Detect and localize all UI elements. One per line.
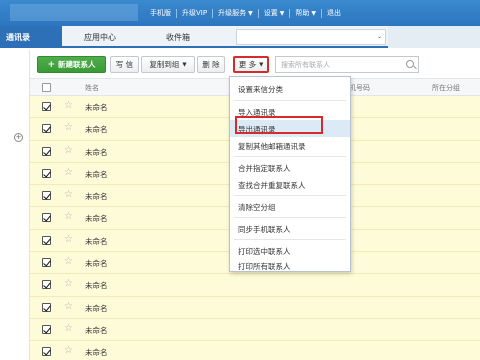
row-checkbox[interactable] [42, 324, 51, 334]
menu-item-print-all[interactable]: 打印所有联系人 [230, 257, 350, 274]
toolbar: + 新建联系人 写 信 复制到组 ▼ 删 除 更 多 ▼ 搜索所有联系人 [30, 54, 480, 76]
top-nav-settings[interactable]: 设置 ▼ [259, 8, 290, 18]
row-checkbox[interactable] [42, 302, 51, 312]
contacts-app: 手机版 升级VIP 升级服务 ▼ 设置 ▼ 帮助 ▼ 退出 通讯录 应用中心 收件箱 … [0, 0, 480, 360]
tab-row-filler [388, 26, 480, 48]
top-nav-upgrade-service[interactable]: 升级服务 ▼ [213, 8, 258, 18]
menu-divider [234, 195, 346, 196]
write-letter-button[interactable]: 写 信 [110, 56, 139, 73]
chevron-down-icon: ▼ [279, 9, 285, 17]
row-checkbox[interactable] [42, 168, 51, 178]
top-nav-upgrade-service-label: 升级服务 [218, 9, 247, 17]
search-input[interactable]: 搜索所有联系人 [275, 56, 419, 73]
left-rail: + [0, 50, 30, 360]
chevron-down-icon: ▼ [182, 61, 187, 68]
new-contact-button[interactable]: + 新建联系人 [37, 56, 106, 73]
account-info-redacted [10, 4, 138, 21]
star-icon[interactable]: ☆ [64, 122, 73, 133]
row-checkbox[interactable] [42, 124, 51, 134]
contact-name[interactable]: 未命名 [85, 236, 108, 247]
contact-name[interactable]: 未命名 [85, 303, 108, 314]
tab-app-center[interactable]: 应用中心 [84, 32, 116, 43]
row-checkbox[interactable] [42, 191, 51, 201]
top-nav-help-label: 帮助 [295, 9, 310, 17]
star-icon[interactable]: ☆ [64, 167, 73, 178]
menu-divider [234, 217, 346, 218]
new-contact-label: 新建联系人 [58, 60, 96, 69]
row-checkbox[interactable] [42, 258, 51, 268]
contact-name[interactable]: 未命名 [85, 258, 108, 269]
menu-item-clear-empty-groups[interactable]: 清除空分组 [230, 198, 350, 215]
menu-divider [234, 100, 346, 101]
delete-button[interactable]: 删 除 [197, 56, 225, 73]
menu-item-copy-other-mailbox[interactable]: 复制其他邮箱通讯录 [230, 137, 350, 154]
star-icon[interactable]: ☆ [64, 145, 73, 156]
star-icon[interactable]: ☆ [64, 234, 73, 245]
star-icon[interactable]: ☆ [64, 211, 73, 222]
copy-to-group-button[interactable]: 复制到组 ▼ [141, 56, 195, 73]
export-highlight-box [235, 116, 323, 134]
menu-item-mail-categories[interactable]: 设置来信分类 [230, 80, 350, 97]
star-icon[interactable]: ☆ [64, 100, 73, 111]
star-icon[interactable]: ☆ [64, 323, 73, 334]
table-row[interactable]: ☆ 未命名 [30, 341, 480, 360]
row-checkbox[interactable] [42, 146, 51, 156]
menu-item-sync-phone[interactable]: 同步手机联系人 [230, 220, 350, 237]
top-nav-mobile[interactable]: 手机版 [145, 8, 176, 18]
contact-name[interactable]: 未命名 [85, 213, 108, 224]
table-row[interactable]: ☆ 未命名 [30, 296, 480, 319]
top-bar: 手机版 升级VIP 升级服务 ▼ 设置 ▼ 帮助 ▼ 退出 [0, 0, 480, 26]
row-checkbox[interactable] [42, 213, 51, 223]
row-checkbox[interactable] [42, 102, 51, 111]
contact-name[interactable]: 未命名 [85, 280, 108, 291]
contact-name[interactable]: 未命名 [85, 102, 108, 113]
top-nav: 手机版 升级VIP 升级服务 ▼ 设置 ▼ 帮助 ▼ 退出 [145, 0, 346, 26]
top-nav-settings-label: 设置 [263, 9, 278, 17]
contact-name[interactable]: 未命名 [85, 325, 108, 336]
more-button[interactable]: 更 多 ▼ [233, 56, 269, 73]
add-group-icon[interactable]: + [14, 133, 23, 142]
more-dropdown-menu: 设置来信分类 导入通讯录 导出通讯录 复制其他邮箱通讯录 合并指定联系人 查找合… [229, 76, 351, 272]
tab-contacts[interactable]: 通讯录 [0, 26, 62, 48]
table-row[interactable]: ☆ 未命名 [30, 274, 480, 297]
column-header-group[interactable]: 所在分组 [432, 83, 460, 93]
contact-name[interactable]: 未命名 [85, 147, 108, 158]
row-checkbox[interactable] [42, 280, 51, 290]
search-icon[interactable] [406, 60, 414, 68]
star-icon[interactable]: ☆ [64, 301, 73, 312]
top-nav-logout[interactable]: 退出 [322, 8, 346, 18]
chevron-down-icon: ▼ [248, 9, 253, 17]
chevron-down-icon: ▼ [259, 61, 264, 68]
top-nav-help[interactable]: 帮助 ▼ [290, 8, 321, 18]
top-nav-upgrade-vip[interactable]: 升级VIP [177, 8, 212, 18]
tab-inbox[interactable]: 收件箱 [166, 32, 190, 43]
select-all-checkbox[interactable] [42, 83, 51, 92]
menu-item-merge-selected[interactable]: 合并指定联系人 [230, 159, 350, 176]
tab-row: 通讯录 应用中心 收件箱 ⌄ [0, 26, 480, 48]
row-checkbox[interactable] [42, 347, 51, 357]
menu-divider [234, 156, 346, 157]
menu-item-find-duplicates[interactable]: 查找合并重复联系人 [230, 176, 350, 193]
menu-divider [234, 239, 346, 240]
tab-selector[interactable]: ⌄ [236, 29, 386, 45]
star-icon[interactable]: ☆ [64, 345, 73, 356]
table-row[interactable]: ☆ 未命名 [30, 318, 480, 342]
row-checkbox[interactable] [42, 235, 51, 245]
chevron-down-icon: ⌄ [376, 33, 382, 40]
column-header-name[interactable]: 姓名 [85, 83, 99, 93]
plus-icon: + [47, 59, 56, 70]
contact-name[interactable]: 未命名 [85, 347, 108, 358]
more-label: 更 多 [238, 60, 257, 69]
contact-name[interactable]: 未命名 [85, 191, 108, 202]
star-icon[interactable]: ☆ [64, 256, 73, 267]
star-icon[interactable]: ☆ [64, 189, 73, 200]
search-placeholder: 搜索所有联系人 [281, 61, 330, 69]
contact-name[interactable]: 未命名 [85, 124, 108, 135]
chevron-down-icon: ▼ [311, 9, 316, 17]
contact-name[interactable]: 未命名 [85, 169, 108, 180]
copy-to-group-label: 复制到组 [149, 60, 180, 69]
star-icon[interactable]: ☆ [64, 278, 73, 289]
